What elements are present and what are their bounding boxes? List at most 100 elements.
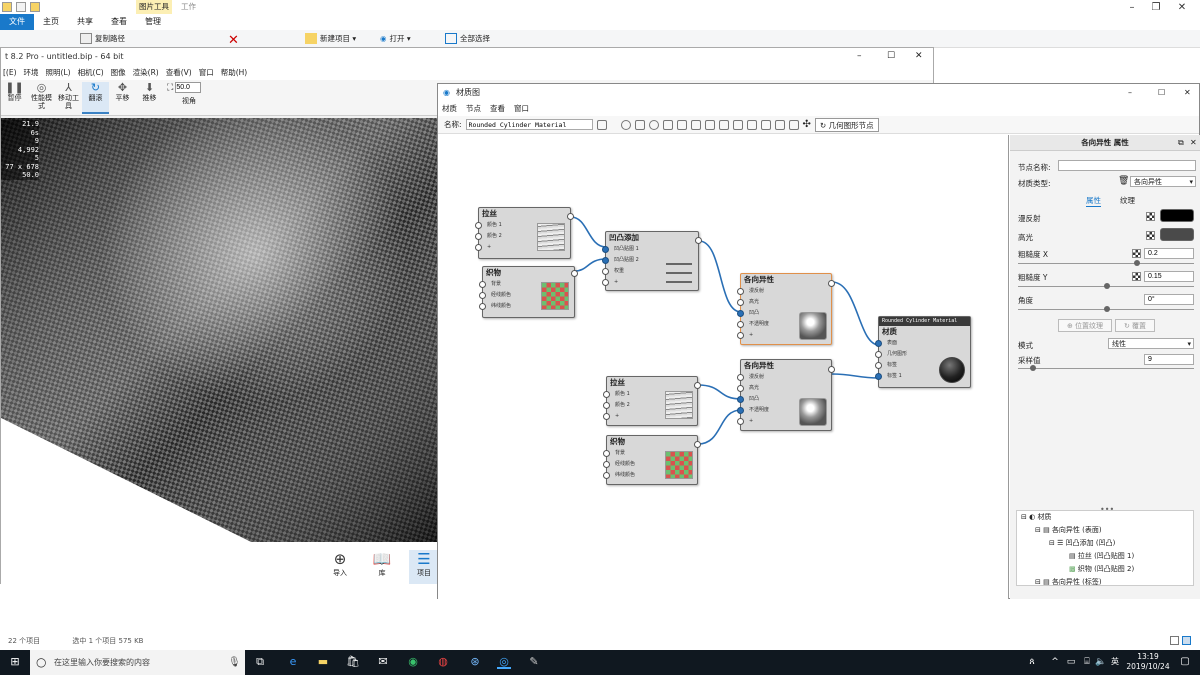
mg-minimize-icon[interactable]: – xyxy=(1128,84,1132,102)
view-toggle[interactable] xyxy=(1170,636,1194,648)
mg-maximize-icon[interactable]: ☐ xyxy=(1158,84,1165,102)
input-pin[interactable] xyxy=(737,385,744,392)
keyshot-taskbar-icon[interactable]: ◎ xyxy=(497,655,511,669)
input-pin[interactable] xyxy=(602,246,609,253)
pause-button[interactable]: ❚❚ 暂停 xyxy=(1,82,28,103)
input-pin[interactable] xyxy=(737,299,744,306)
float-panel-icon[interactable]: ⧉ xyxy=(1178,138,1184,148)
dolly-button[interactable]: ⬇ 推移 xyxy=(136,82,163,103)
lock-icon[interactable] xyxy=(676,119,687,130)
angle-slider[interactable] xyxy=(1018,306,1194,312)
menu-edit[interactable]: [(E) xyxy=(3,66,17,80)
input-pin[interactable] xyxy=(737,396,744,403)
ime-indicator[interactable]: 英 xyxy=(1108,655,1122,669)
network-icon[interactable]: ⌸ xyxy=(1080,655,1094,669)
node-canvas[interactable]: 拉丝 颜色 1 颜色 2 + 织物 背景 经线颜色 纬线颜色 凹凸添加 凹凸贴图… xyxy=(438,135,1009,599)
specular-color-swatch[interactable] xyxy=(1160,228,1194,241)
slider-knob[interactable] xyxy=(1030,365,1036,371)
task-view-icon[interactable]: ⧉ xyxy=(253,655,267,669)
folder-icon[interactable] xyxy=(2,2,12,12)
edge-icon[interactable]: e xyxy=(286,655,300,669)
output-pin[interactable] xyxy=(567,213,574,220)
output-pin[interactable] xyxy=(828,366,835,373)
input-pin[interactable] xyxy=(875,362,882,369)
samples-slider[interactable] xyxy=(1018,365,1194,371)
windows-start-icon[interactable]: ⊞ xyxy=(8,655,22,669)
slider-knob[interactable] xyxy=(1104,283,1110,289)
tool-icon[interactable]: ✎ xyxy=(527,655,541,669)
input-pin[interactable] xyxy=(603,402,610,409)
expand-icon[interactable]: ⊟ xyxy=(1035,526,1043,534)
input-pin[interactable] xyxy=(737,407,744,414)
fov-input[interactable] xyxy=(175,82,202,93)
battery-icon[interactable]: ▭ xyxy=(1064,655,1078,669)
material-type-select[interactable]: 各向异性 ▾ xyxy=(1130,176,1196,187)
trash-icon[interactable] xyxy=(704,119,715,130)
notification-icon[interactable]: ▢ xyxy=(1178,655,1192,669)
input-pin[interactable] xyxy=(479,281,486,288)
frame-icon[interactable] xyxy=(774,119,785,130)
tab-properties[interactable]: 属性 xyxy=(1086,195,1101,207)
expand-icon[interactable]: ⊟ xyxy=(1021,513,1029,521)
import-button[interactable]: ⊕ 导入 xyxy=(325,550,355,578)
menu-window[interactable]: 窗口 xyxy=(199,66,214,80)
move-tool-button[interactable]: ⅄ 移动工具 xyxy=(55,82,82,111)
texture-slot-icon[interactable] xyxy=(1132,249,1141,258)
tree-item[interactable]: ⊟ ▤ 各向异性 (标签) xyxy=(1017,576,1193,589)
roughness-x-slider[interactable] xyxy=(1018,260,1194,266)
tab-texture[interactable]: 纹理 xyxy=(1120,195,1135,206)
mg-close-icon[interactable]: ✕ xyxy=(1184,84,1191,102)
roughness-x-input[interactable] xyxy=(1144,248,1194,259)
menu-help[interactable]: 帮助(H) xyxy=(221,66,248,80)
duplicate-icon[interactable] xyxy=(690,119,701,130)
render-viewport[interactable] xyxy=(1,118,439,542)
ks-minimize-icon[interactable]: – xyxy=(857,51,862,61)
node-anisotropic-2[interactable]: 各向异性 漫反射 高光 凹凸 不透明度 + xyxy=(737,359,835,431)
close-icon[interactable]: ✕ xyxy=(1172,2,1192,13)
pan-button[interactable]: ✥ 平移 xyxy=(109,82,136,103)
project-button[interactable]: ☰ 项目 xyxy=(409,550,439,584)
input-pin[interactable] xyxy=(475,233,482,240)
panel-close-icon[interactable]: ✕ xyxy=(1190,138,1197,147)
mg-menu-window[interactable]: 窗口 xyxy=(514,102,529,116)
output-pin[interactable] xyxy=(694,382,701,389)
library-button[interactable]: 📖 库 xyxy=(367,550,397,578)
output-pin[interactable] xyxy=(828,280,835,287)
performance-mode-button[interactable]: ◎ 性能模式 xyxy=(28,82,55,111)
geometry-node-button[interactable]: ↻ 几何图形节点 xyxy=(814,117,879,132)
chrome-icon[interactable]: ◍ xyxy=(436,655,450,669)
roughness-y-input[interactable] xyxy=(1144,271,1194,282)
node-name-input[interactable] xyxy=(1058,160,1196,171)
mg-menu-view[interactable]: 查看 xyxy=(490,102,505,116)
roughness-y-slider[interactable] xyxy=(1018,283,1194,289)
sliders-icon[interactable] xyxy=(662,119,673,130)
wechat-icon[interactable]: ◉ xyxy=(406,655,420,669)
input-pin[interactable] xyxy=(737,310,744,317)
mode-select[interactable]: 线性 ▾ xyxy=(1108,338,1194,349)
tab-manage[interactable]: 管理 xyxy=(136,14,170,30)
open-button[interactable]: ◉ 打开 ▾ xyxy=(380,33,411,44)
menu-view[interactable]: 查看(V) xyxy=(166,66,192,80)
new-folder-icon[interactable] xyxy=(30,2,40,12)
input-pin[interactable] xyxy=(737,288,744,295)
volume-icon[interactable]: 🔈 xyxy=(1094,655,1108,669)
align-icon[interactable] xyxy=(746,119,757,130)
mg-menu-node[interactable]: 节点 xyxy=(466,102,481,116)
input-pin[interactable] xyxy=(737,332,744,339)
position-texture-button[interactable]: ⊕ 位置纹理 xyxy=(1058,319,1112,332)
fit-icon[interactable] xyxy=(760,119,771,130)
user-icon[interactable]: ጰ xyxy=(1025,655,1039,669)
app-icon[interactable]: ⊛ xyxy=(468,655,482,669)
texture-slot-icon[interactable] xyxy=(1146,231,1155,240)
node-bump-add[interactable]: 凹凸添加 凹凸贴图 1 凹凸贴图 2 权重 + xyxy=(602,231,702,291)
input-pin[interactable] xyxy=(737,321,744,328)
ks-close-icon[interactable]: ✕ xyxy=(915,51,923,61)
angle-input[interactable] xyxy=(1144,294,1194,305)
store-icon[interactable]: 🛍 xyxy=(346,655,360,669)
overlay-button[interactable]: ↻ 覆置 xyxy=(1115,319,1155,332)
input-pin[interactable] xyxy=(602,268,609,275)
node-brushed-1[interactable]: 拉丝 颜色 1 颜色 2 + xyxy=(475,207,574,259)
material-name-input[interactable] xyxy=(465,119,593,130)
new-item-button[interactable]: 新建项目 ▾ xyxy=(305,33,356,44)
input-pin[interactable] xyxy=(875,351,882,358)
